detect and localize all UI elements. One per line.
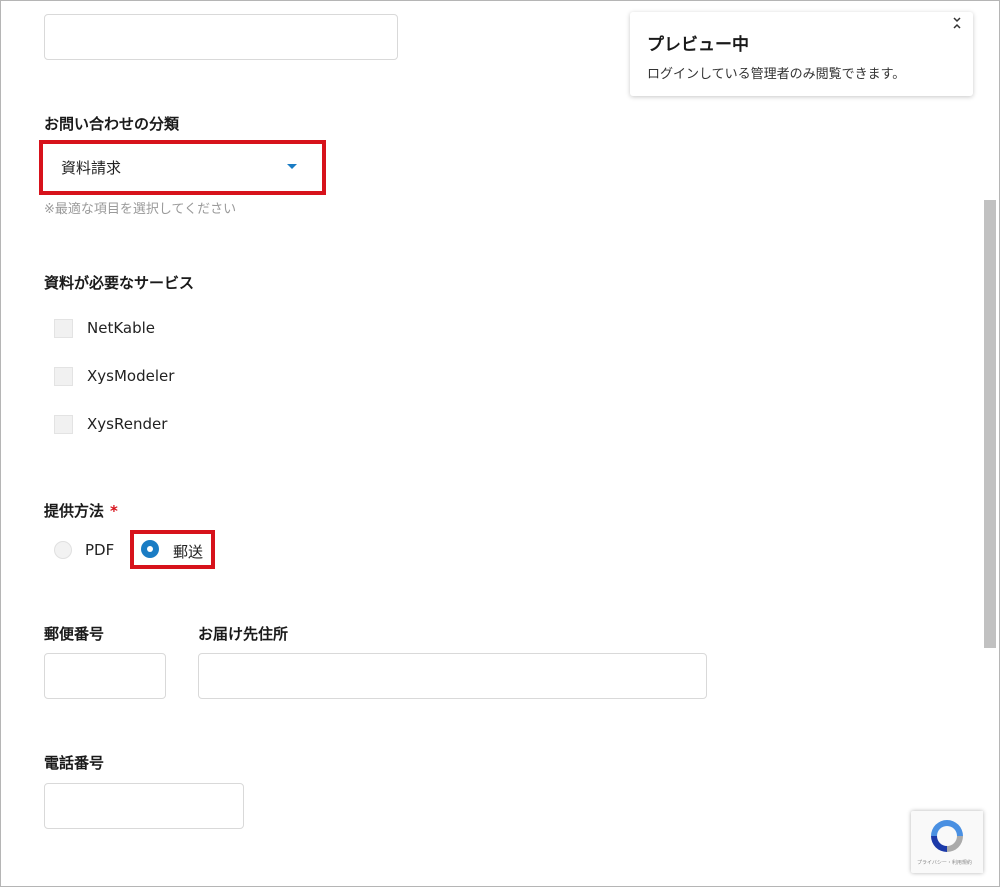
category-hint: ※最適な項目を選択してください <box>44 202 237 217</box>
checkbox-label: NetKable <box>87 319 156 337</box>
required-mark: * <box>110 502 118 520</box>
recaptcha-badge[interactable]: プライバシー・利用規約 <box>911 811 983 873</box>
category-label: お問い合わせの分類 <box>44 115 180 133</box>
delivery-highlight-box <box>130 530 215 569</box>
delivery-label: 提供方法 * <box>44 500 118 521</box>
postal-code-input[interactable] <box>44 653 166 699</box>
services-label: 資料が必要なサービス <box>44 274 195 292</box>
checkbox-label: XysRender <box>87 415 168 433</box>
preview-text: ログインしている管理者のみ閲覧できます。 <box>647 67 906 82</box>
phone-label: 電話番号 <box>44 754 105 772</box>
phone-input[interactable] <box>44 783 244 829</box>
checkbox-box[interactable] <box>54 366 73 386</box>
checkbox-netkable[interactable]: NetKable <box>54 317 155 339</box>
preview-banner: プレビュー中 ログインしている管理者のみ閲覧できます。 <box>630 12 973 96</box>
previous-field-input[interactable] <box>44 14 398 60</box>
checkbox-label: XysModeler <box>87 367 175 385</box>
recaptcha-icon <box>931 820 963 852</box>
radio-pdf[interactable] <box>54 541 72 559</box>
address-input[interactable] <box>198 653 707 699</box>
checkbox-box[interactable] <box>54 318 73 338</box>
radio-pdf-label[interactable]: PDF <box>85 541 114 559</box>
checkbox-xysmodeler[interactable]: XysModeler <box>54 365 174 387</box>
recaptcha-footer[interactable]: プライバシー・利用規約 <box>917 859 972 866</box>
address-label: お届け先住所 <box>198 625 289 643</box>
scrollbar-thumb[interactable] <box>984 200 996 648</box>
checkbox-xysrender[interactable]: XysRender <box>54 413 167 435</box>
delivery-label-text: 提供方法 <box>44 502 105 520</box>
chevrons-collapse-icon[interactable] <box>950 16 964 30</box>
preview-title: プレビュー中 <box>647 35 749 55</box>
category-highlight-box <box>39 140 326 195</box>
checkbox-box[interactable] <box>54 414 73 434</box>
postal-code-label: 郵便番号 <box>44 625 105 643</box>
